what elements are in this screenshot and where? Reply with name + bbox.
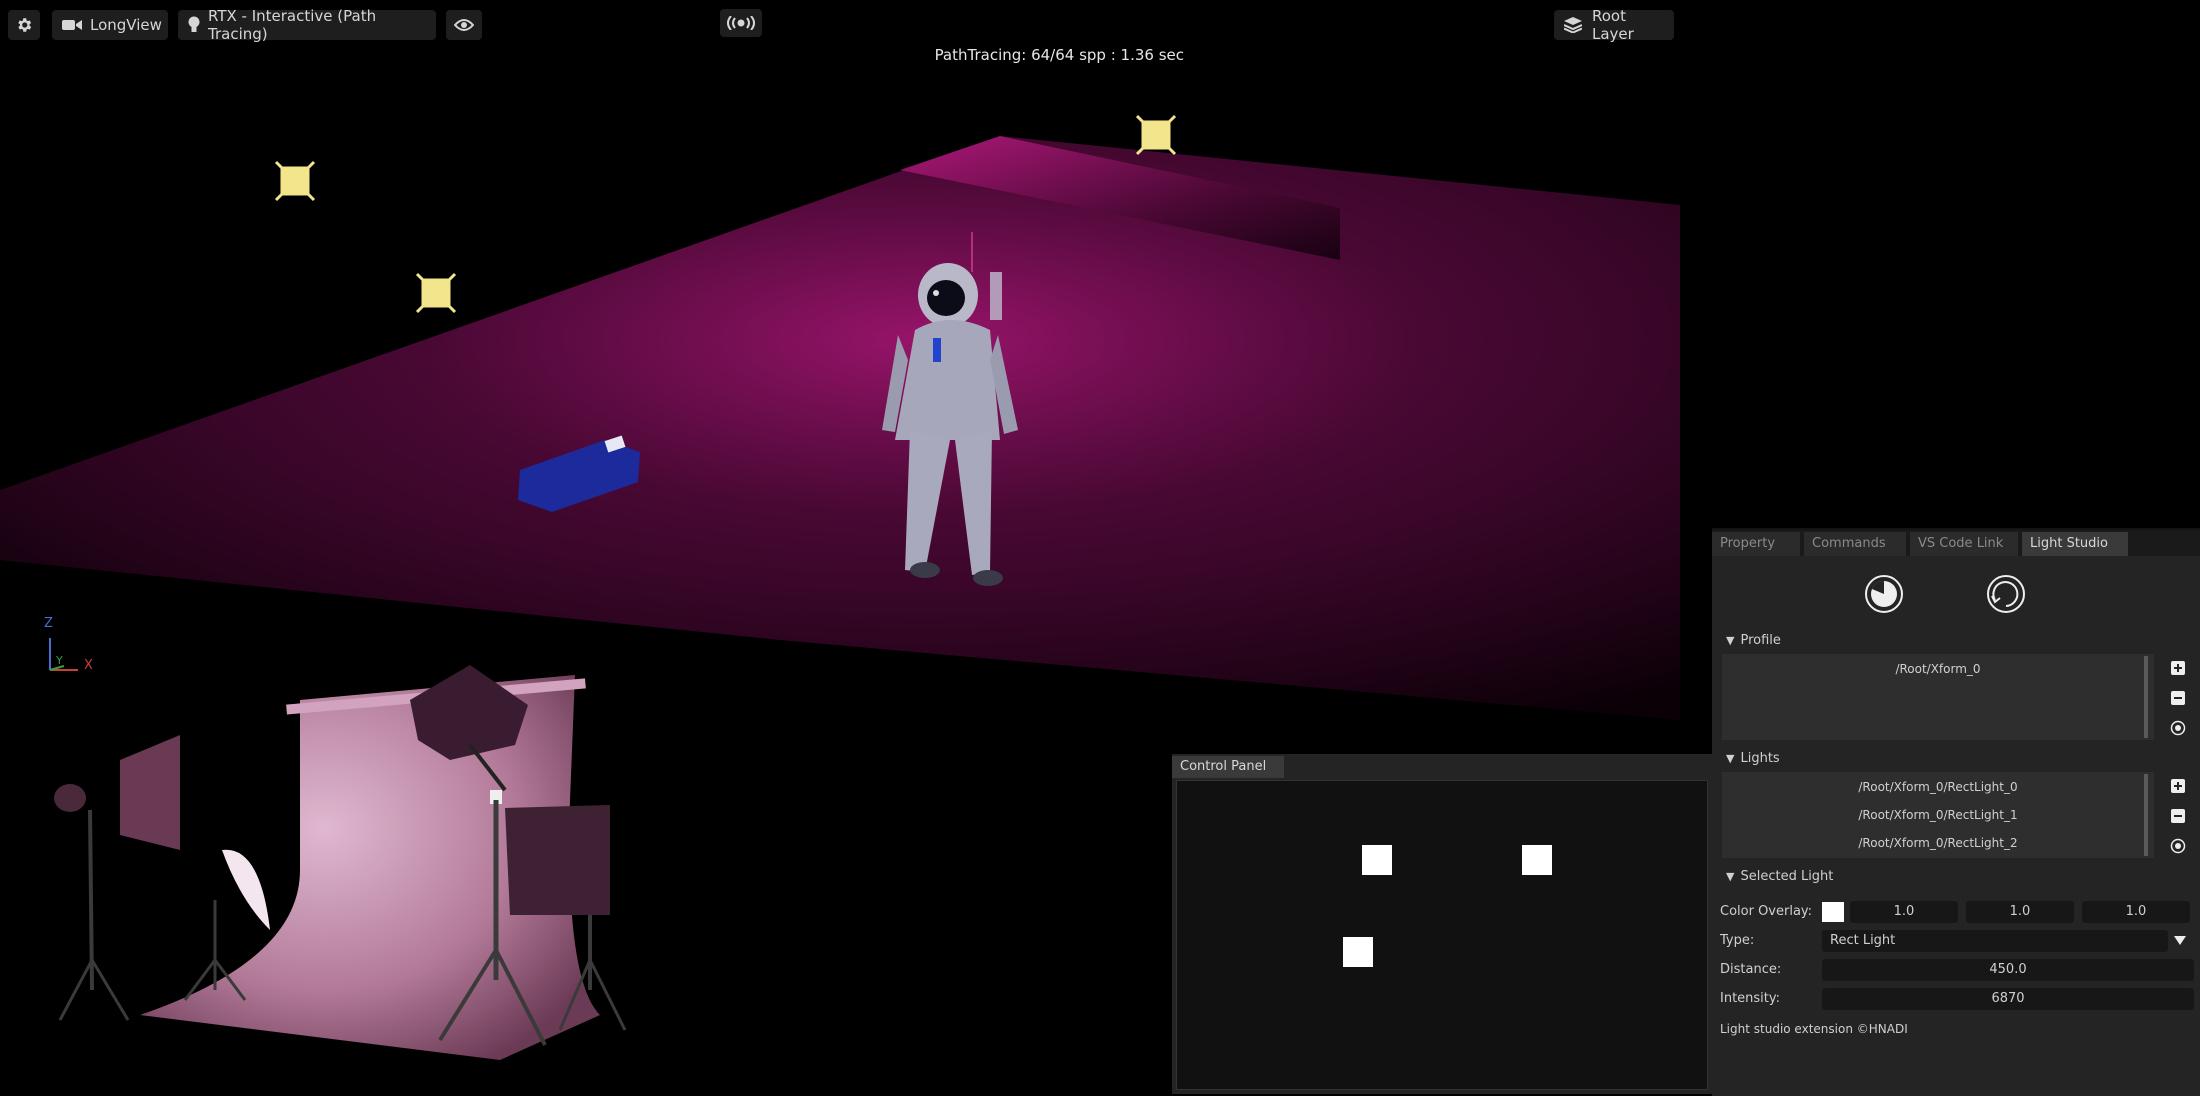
render-stats: PathTracing: 64/64 spp : 1.36 sec xyxy=(934,46,1184,64)
light-marker[interactable] xyxy=(1343,937,1373,967)
color-g-field[interactable]: 1.0 xyxy=(1966,901,2074,923)
lights-scrollbar[interactable] xyxy=(2144,774,2148,856)
camera-label: LongView xyxy=(90,16,162,34)
layer-selector[interactable]: Root Layer xyxy=(1554,7,1674,43)
tab-commands[interactable]: Commands xyxy=(1804,532,1906,556)
remove-icon[interactable] xyxy=(2170,690,2186,706)
lights-header-label: Lights xyxy=(1740,751,1780,766)
camera-selector[interactable]: LongView xyxy=(52,10,168,40)
tab-control-panel[interactable]: Control Panel xyxy=(1172,756,1284,778)
color-b-field[interactable]: 1.0 xyxy=(2082,901,2190,923)
target-icon[interactable] xyxy=(2170,720,2186,736)
collapse-triangle-icon: ▼ xyxy=(1726,870,1735,883)
dial-icon xyxy=(1865,575,1903,613)
light-marker[interactable] xyxy=(1362,845,1392,875)
layers-icon xyxy=(1564,17,1582,33)
tab-vs-code-link[interactable]: VS Code Link xyxy=(1910,532,2018,556)
visibility-button[interactable] xyxy=(446,10,482,40)
list-item[interactable]: /Root/Xform_0/RectLight_0 xyxy=(1722,780,2154,794)
list-item[interactable]: /Root/Xform_0 xyxy=(1722,662,2154,676)
type-label: Type: xyxy=(1720,933,1755,948)
floor-plane xyxy=(0,136,1680,720)
refresh-dial-button[interactable] xyxy=(1986,574,2026,614)
light-gizmo xyxy=(274,160,316,202)
type-select-value: Rect Light xyxy=(1830,933,1896,948)
refresh-dial-icon xyxy=(1987,575,2025,613)
distance-label: Distance: xyxy=(1720,962,1782,977)
list-item[interactable]: /Root/Xform_0/RectLight_1 xyxy=(1722,808,2154,822)
profile-list[interactable]: /Root/Xform_0 xyxy=(1722,654,2154,740)
color-overlay-label: Color Overlay: xyxy=(1720,904,1813,919)
panel-tabs: Property Commands VS Code Link Light Stu… xyxy=(1712,530,2200,556)
type-select[interactable]: Rect Light xyxy=(1822,930,2168,952)
lightbulb-icon xyxy=(188,16,200,32)
color-overlay-swatch[interactable] xyxy=(1822,902,1844,922)
intensity-label: Intensity: xyxy=(1720,991,1781,1006)
dial-button[interactable] xyxy=(1864,574,1904,614)
light-gizmo xyxy=(415,272,457,314)
collapse-triangle-icon: ▼ xyxy=(1726,752,1735,765)
photo-studio-illustration xyxy=(54,665,627,1060)
layer-label: Root Layer xyxy=(1592,7,1634,43)
broadcast-icon xyxy=(727,16,755,30)
light-gizmo xyxy=(1135,114,1177,156)
renderer-label: RTX - Interactive (Path Tracing) xyxy=(208,7,377,43)
lights-section-header[interactable]: ▼ Lights xyxy=(1712,748,2200,770)
collapse-triangle-icon: ▼ xyxy=(1726,634,1735,647)
light-marker[interactable] xyxy=(1522,845,1552,875)
axis-y-label: Y xyxy=(56,654,63,667)
profile-section-header[interactable]: ▼ Profile xyxy=(1712,630,2200,652)
selected-light-section-header[interactable]: ▼ Selected Light xyxy=(1712,866,2200,888)
list-item[interactable]: /Root/Xform_0/RectLight_2 xyxy=(1722,836,2154,850)
add-icon[interactable] xyxy=(2170,778,2186,794)
camera-icon xyxy=(62,20,82,30)
renderer-selector[interactable]: RTX - Interactive (Path Tracing) xyxy=(178,7,436,43)
eye-icon xyxy=(454,19,474,31)
axis-x-label: X xyxy=(84,658,93,673)
add-icon[interactable] xyxy=(2170,660,2186,676)
settings-button[interactable] xyxy=(8,10,40,40)
target-icon[interactable] xyxy=(2170,838,2186,854)
profile-header-label: Profile xyxy=(1740,633,1781,648)
profile-scrollbar[interactable] xyxy=(2144,656,2148,738)
distance-field[interactable]: 450.0 xyxy=(1822,959,2194,981)
footer-credit: Light studio extension ©HNADI xyxy=(1720,1022,1908,1036)
light-studio-panel: Property Commands VS Code Link Light Stu… xyxy=(1712,528,2200,1096)
color-r-field[interactable]: 1.0 xyxy=(1850,901,1958,923)
selected-light-header-label: Selected Light xyxy=(1740,869,1834,884)
axis-z-label: Z xyxy=(44,616,53,631)
remove-icon[interactable] xyxy=(2170,808,2186,824)
lights-list[interactable]: /Root/Xform_0/RectLight_0 /Root/Xform_0/… xyxy=(1722,772,2154,858)
tab-property[interactable]: Property xyxy=(1712,532,1800,556)
control-panel: Control Panel xyxy=(1172,754,1712,1094)
tab-light-studio[interactable]: Light Studio xyxy=(2022,532,2128,556)
chevron-down-icon[interactable] xyxy=(2174,936,2186,946)
live-sync-button[interactable] xyxy=(720,9,762,37)
light-position-canvas[interactable] xyxy=(1176,780,1708,1090)
gear-icon xyxy=(18,18,32,32)
intensity-field[interactable]: 6870 xyxy=(1822,988,2194,1010)
